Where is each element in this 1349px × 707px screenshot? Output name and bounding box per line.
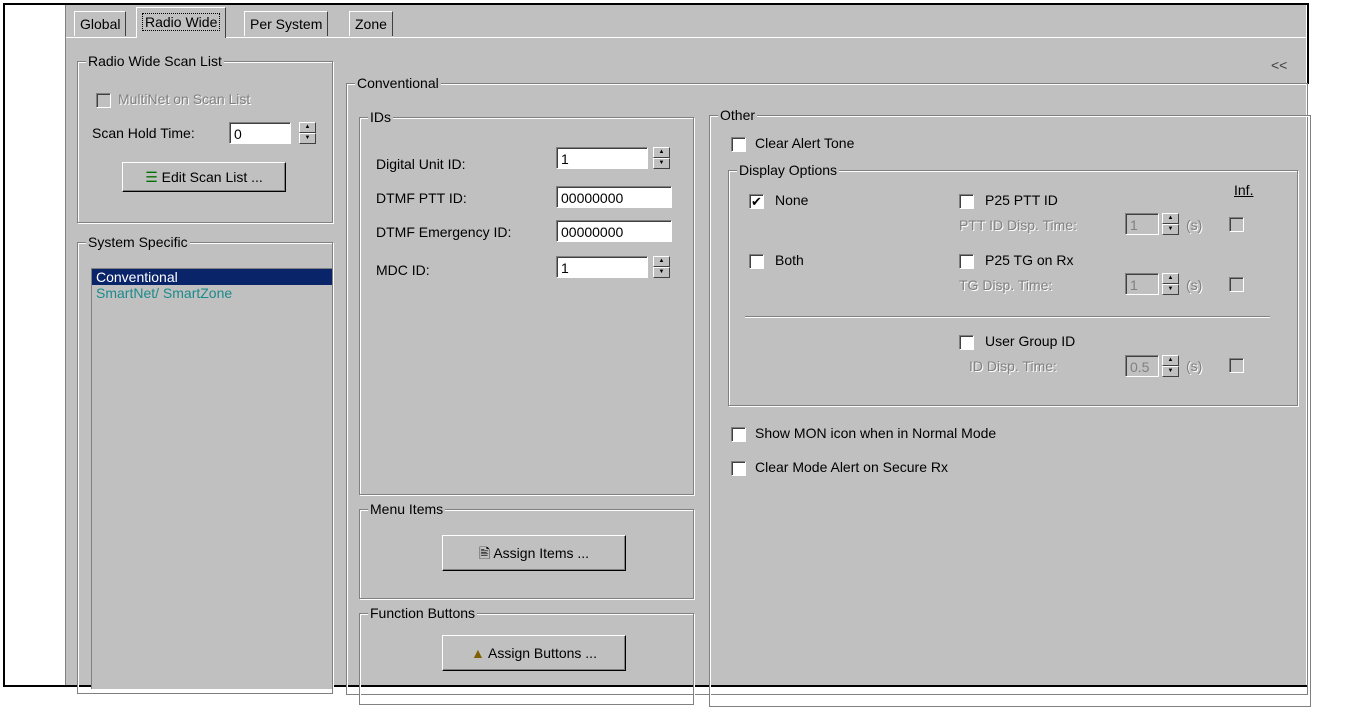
clear-mode-checkbox[interactable] (731, 461, 746, 476)
dtmf-ptt-label: DTMF PTT ID: (376, 190, 467, 206)
tab-global[interactable]: Global (74, 11, 127, 36)
display-options-group: Display Options Inf. ✔ None P25 PTT ID P… (728, 162, 1298, 406)
edit-scan-list-label: Edit Scan List ... (161, 169, 263, 185)
scan-hold-label: Scan Hold Time: (92, 125, 195, 141)
tg-unit-label: (s) (1186, 277, 1203, 293)
spin-up-icon[interactable]: ▲ (299, 122, 316, 133)
ptt-disp-input[interactable]: 1 (1125, 213, 1159, 235)
spin-down-icon[interactable]: ▼ (299, 133, 316, 144)
show-mon-checkbox[interactable] (731, 427, 746, 442)
spin-up-icon[interactable]: ▲ (1162, 213, 1179, 224)
assign-buttons-label: Assign Buttons ... (488, 645, 597, 661)
list-icon: ☰ (145, 169, 158, 185)
tg-disp-input[interactable]: 1 (1125, 273, 1159, 295)
function-buttons-group: Function Buttons ▲ Assign Buttons ... (359, 605, 694, 705)
ptt-unit-label: (s) (1186, 217, 1203, 233)
spin-down-icon[interactable]: ▼ (1162, 366, 1179, 377)
multinet-checkbox[interactable] (96, 93, 111, 108)
show-mon-label: Show MON icon when in Normal Mode (755, 425, 997, 441)
system-specific-group: System Specific Conventional SmartNet/ S… (77, 234, 333, 694)
mdc-id-label: MDC ID: (376, 262, 430, 278)
system-list[interactable]: Conventional SmartNet/ SmartZone (91, 268, 332, 689)
dtmf-emergency-input[interactable]: 00000000 (556, 220, 672, 242)
scan-hold-input[interactable]: 0 (229, 122, 291, 144)
p25-tg-checkbox[interactable] (959, 254, 974, 269)
menu-items-group: Menu Items 🖹 Assign Items ... (359, 501, 694, 599)
scan-list-group: Radio Wide Scan List MultiNet on Scan Li… (77, 53, 333, 223)
spin-up-icon[interactable]: ▲ (1162, 355, 1179, 366)
p25-ptt-checkbox[interactable] (959, 194, 974, 209)
ptt-disp-label: PTT ID Disp. Time: (959, 217, 1077, 233)
collapse-button[interactable]: << (1271, 57, 1287, 73)
dtmf-emergency-label: DTMF Emergency ID: (376, 224, 512, 240)
tab-panel-edge (66, 37, 1306, 38)
ptt-inf-checkbox[interactable] (1229, 217, 1244, 232)
tg-inf-checkbox[interactable] (1229, 277, 1244, 292)
both-label: Both (775, 252, 804, 268)
user-group-checkbox[interactable] (959, 335, 974, 350)
id-unit-label: (s) (1186, 358, 1203, 374)
spin-up-icon[interactable]: ▲ (1162, 273, 1179, 284)
digital-unit-label: Digital Unit ID: (376, 156, 466, 172)
assign-items-label: Assign Items ... (493, 545, 590, 561)
assign-items-button[interactable]: 🖹 Assign Items ... (442, 535, 626, 571)
tg-disp-label: TG Disp. Time: (959, 277, 1053, 293)
user-group-label: User Group ID (985, 333, 1076, 349)
display-options-title: Display Options (737, 162, 840, 178)
mdc-id-input[interactable]: 1 (556, 256, 648, 278)
conventional-title: Conventional (355, 75, 441, 91)
edit-scan-list-button[interactable]: ☰ Edit Scan List ... (122, 162, 286, 192)
spin-down-icon[interactable]: ▼ (653, 267, 670, 278)
inf-label: Inf. (1234, 182, 1254, 198)
radio-wide-window: Global Radio Wide Per System Zone << Rad… (65, 5, 1311, 707)
assign-items-icon: 🖹 (478, 545, 491, 561)
id-inf-checkbox[interactable] (1229, 358, 1244, 373)
id-disp-label: ID Disp. Time: (969, 358, 1057, 374)
tab-zone[interactable]: Zone (349, 11, 393, 36)
digital-unit-input[interactable]: 1 (556, 147, 648, 169)
other-title: Other (718, 107, 758, 123)
list-item-conventional[interactable]: Conventional (92, 269, 332, 285)
clear-alert-checkbox[interactable] (731, 137, 746, 152)
menu-items-title: Menu Items (368, 501, 446, 517)
id-disp-input[interactable]: 0.5 (1125, 355, 1159, 377)
list-item-smartnet[interactable]: SmartNet/ SmartZone (92, 285, 332, 301)
clear-alert-label: Clear Alert Tone (755, 135, 855, 151)
screenshot-frame: Global Radio Wide Per System Zone << Rad… (3, 3, 1311, 707)
spin-up-icon[interactable]: ▲ (653, 256, 670, 267)
p25-tg-label: P25 TG on Rx (985, 252, 1074, 268)
assign-buttons-button[interactable]: ▲ Assign Buttons ... (442, 635, 626, 671)
other-group: Other Clear Alert Tone Display Options I… (709, 107, 1311, 707)
both-checkbox[interactable] (749, 254, 764, 269)
tab-per-system[interactable]: Per System (244, 11, 329, 36)
dtmf-ptt-input[interactable]: 00000000 (556, 186, 672, 208)
spin-down-icon[interactable]: ▼ (1162, 224, 1179, 235)
scan-list-title: Radio Wide Scan List (86, 53, 224, 69)
none-label: None (775, 192, 809, 208)
p25-ptt-label: P25 PTT ID (985, 192, 1058, 208)
none-checkbox[interactable]: ✔ (749, 194, 764, 209)
radio-icon: ▲ (471, 645, 485, 661)
scan-hold-spinner[interactable]: ▲ ▼ (299, 122, 316, 144)
ptt-disp-spinner[interactable]: ▲ ▼ (1162, 213, 1179, 235)
id-disp-spinner[interactable]: ▲ ▼ (1162, 355, 1179, 377)
spin-down-icon[interactable]: ▼ (1162, 284, 1179, 295)
tab-radio-wide[interactable]: Radio Wide (136, 7, 227, 38)
spin-down-icon[interactable]: ▼ (653, 158, 670, 169)
ids-group: IDs Digital Unit ID: 1 ▲ ▼ DTMF PTT ID: 0… (359, 109, 694, 495)
clear-mode-label: Clear Mode Alert on Secure Rx (755, 459, 948, 475)
conventional-group: Conventional IDs Digital Unit ID: 1 ▲ ▼ D… (346, 75, 1311, 707)
function-buttons-title: Function Buttons (368, 605, 478, 621)
tg-disp-spinner[interactable]: ▲ ▼ (1162, 273, 1179, 295)
system-specific-title: System Specific (86, 234, 190, 250)
ids-title: IDs (368, 109, 393, 125)
tab-radio-wide-label: Radio Wide (142, 13, 221, 31)
mdc-id-spinner[interactable]: ▲ ▼ (653, 256, 670, 278)
spin-up-icon[interactable]: ▲ (653, 147, 670, 158)
display-options-divider (745, 316, 1270, 318)
multinet-label: MultiNet on Scan List (118, 91, 251, 107)
digital-unit-spinner[interactable]: ▲ ▼ (653, 147, 670, 169)
